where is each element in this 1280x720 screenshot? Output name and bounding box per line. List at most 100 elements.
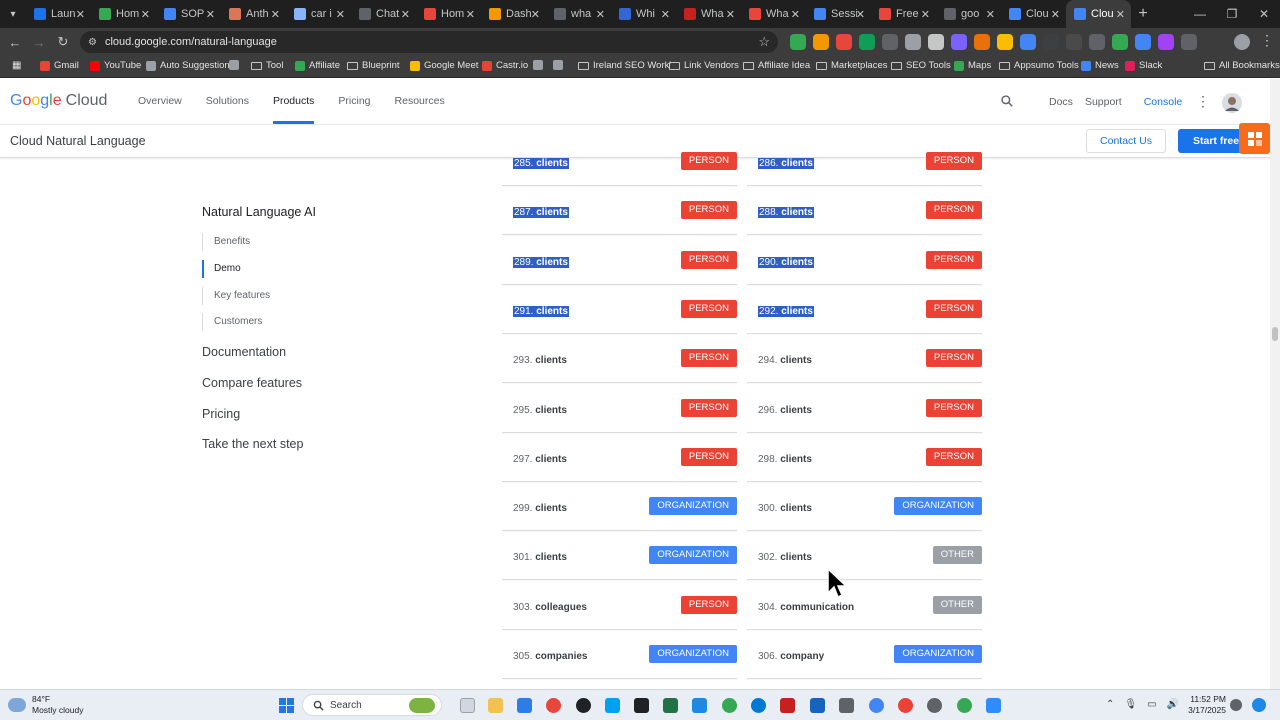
windows-start-icon[interactable] bbox=[279, 698, 294, 713]
network-icon[interactable]: ▭ bbox=[1147, 699, 1156, 710]
notion-icon[interactable] bbox=[634, 698, 649, 713]
copilot-icon[interactable] bbox=[1252, 698, 1266, 712]
volume-icon[interactable]: 🔊 bbox=[1167, 699, 1179, 710]
scrollbar-thumb[interactable] bbox=[1272, 327, 1278, 341]
extension-icon[interactable] bbox=[836, 34, 852, 50]
weather-widget[interactable]: 84°F Mostly cloudy bbox=[8, 694, 84, 716]
extension-icon[interactable] bbox=[1020, 34, 1036, 50]
app-icon[interactable] bbox=[692, 698, 707, 713]
browser-tab[interactable]: Clou ✕ bbox=[1001, 0, 1066, 28]
bookmark-item[interactable] bbox=[553, 60, 567, 70]
side-nav-compare-features[interactable]: Compare features bbox=[202, 376, 302, 390]
tab-close-icon[interactable]: ✕ bbox=[336, 8, 345, 21]
chrome-icon[interactable] bbox=[869, 698, 884, 713]
bookmark-item[interactable]: Ireland SEO Work' bbox=[578, 60, 671, 71]
more-options-icon[interactable]: ⋮ bbox=[1196, 93, 1210, 110]
site-info-icon[interactable]: ⚙ bbox=[88, 37, 97, 48]
console-link[interactable]: Console bbox=[1144, 96, 1183, 108]
bookmark-item[interactable] bbox=[229, 60, 243, 70]
minimize-button[interactable]: — bbox=[1184, 0, 1216, 28]
bookmark-item[interactable]: Blueprint bbox=[347, 60, 400, 71]
side-nav-take-the-next-step[interactable]: Take the next step bbox=[202, 437, 303, 451]
browser-tab[interactable]: wha ✕ bbox=[546, 0, 611, 28]
tab-close-icon[interactable]: ✕ bbox=[726, 8, 735, 21]
tab-close-icon[interactable]: ✕ bbox=[986, 8, 995, 21]
user-avatar[interactable] bbox=[1222, 93, 1242, 113]
tray-chevron-icon[interactable]: ⌃ bbox=[1106, 699, 1114, 710]
extension-icon[interactable] bbox=[790, 34, 806, 50]
app-icon[interactable] bbox=[839, 698, 854, 713]
side-nav-sub-demo[interactable]: Demo bbox=[202, 260, 322, 278]
store-icon[interactable] bbox=[517, 698, 532, 713]
bookmark-item[interactable]: Maps bbox=[954, 60, 991, 71]
support-link[interactable]: Support bbox=[1085, 96, 1122, 108]
extension-icon[interactable] bbox=[859, 34, 875, 50]
task-view-icon[interactable] bbox=[460, 698, 475, 713]
bookmark-item[interactable]: Slack bbox=[1125, 60, 1162, 71]
bookmark-item[interactable]: SEO Tools bbox=[891, 60, 951, 71]
tab-close-icon[interactable]: ✕ bbox=[531, 8, 540, 21]
side-nav-sub-benefits[interactable]: Benefits bbox=[202, 233, 322, 251]
tab-close-icon[interactable]: ✕ bbox=[856, 8, 865, 21]
browser-tab[interactable]: Hom ✕ bbox=[91, 0, 156, 28]
browser-tab[interactable]: Sessi ✕ bbox=[806, 0, 871, 28]
browser-tab[interactable]: Dash ✕ bbox=[481, 0, 546, 28]
extension-icon[interactable] bbox=[905, 34, 921, 50]
browser-tab[interactable]: Wha ✕ bbox=[676, 0, 741, 28]
apps-grid-icon[interactable]: ▦ bbox=[12, 60, 21, 71]
extension-icon[interactable] bbox=[1158, 34, 1174, 50]
notification-bell-icon[interactable] bbox=[1230, 699, 1242, 711]
bookmark-item[interactable]: News bbox=[1081, 60, 1119, 71]
tab-close-icon[interactable]: ✕ bbox=[791, 8, 800, 21]
extension-icon[interactable] bbox=[1043, 34, 1059, 50]
browser-tab[interactable]: SOP ✕ bbox=[156, 0, 221, 28]
zoom-icon[interactable] bbox=[986, 698, 1001, 713]
microphone-icon[interactable]: 🎙 bbox=[1124, 699, 1137, 710]
extension-icon[interactable] bbox=[1135, 34, 1151, 50]
new-tab-button[interactable]: + bbox=[1131, 5, 1155, 23]
xbox-icon[interactable] bbox=[722, 698, 737, 713]
profile-avatar[interactable] bbox=[1234, 34, 1250, 50]
app-icon[interactable] bbox=[576, 698, 591, 713]
browser-tab[interactable]: Free ✕ bbox=[871, 0, 936, 28]
skype-icon[interactable] bbox=[605, 698, 620, 713]
contact-us-button[interactable]: Contact Us bbox=[1086, 129, 1166, 153]
side-nav-sub-customers[interactable]: Customers bbox=[202, 313, 322, 331]
tab-close-icon[interactable]: ✕ bbox=[466, 8, 475, 21]
browser-tab[interactable]: Whi ✕ bbox=[611, 0, 676, 28]
floating-widget-icon[interactable] bbox=[1239, 123, 1270, 154]
tab-close-icon[interactable]: ✕ bbox=[596, 8, 605, 21]
extension-icon[interactable] bbox=[928, 34, 944, 50]
app-icon[interactable] bbox=[780, 698, 795, 713]
side-nav-pricing[interactable]: Pricing bbox=[202, 407, 240, 421]
browser-tab[interactable]: Chat ✕ bbox=[351, 0, 416, 28]
tab-close-icon[interactable]: ✕ bbox=[1116, 8, 1125, 21]
settings-gear-icon[interactable] bbox=[927, 698, 942, 713]
browser-tab[interactable]: car i ✕ bbox=[286, 0, 351, 28]
search-icon[interactable] bbox=[1000, 94, 1014, 108]
back-button[interactable]: ← bbox=[3, 35, 27, 50]
extension-icon[interactable] bbox=[974, 34, 990, 50]
chrome-icon[interactable] bbox=[957, 698, 972, 713]
close-window-button[interactable]: ✕ bbox=[1248, 0, 1280, 28]
chrome-icon[interactable] bbox=[898, 698, 913, 713]
gc-nav-solutions[interactable]: Solutions bbox=[206, 95, 249, 107]
tab-search-button[interactable]: ▾ bbox=[0, 0, 26, 28]
browser-tab[interactable]: Wha ✕ bbox=[741, 0, 806, 28]
side-nav-sub-key-features[interactable]: Key features bbox=[202, 287, 322, 305]
extensions-puzzle-icon[interactable] bbox=[1181, 34, 1197, 50]
bookmark-item[interactable]: Marketplaces bbox=[816, 60, 888, 71]
docs-link[interactable]: Docs bbox=[1049, 96, 1073, 108]
bookmark-item[interactable]: All Bookmarks bbox=[1204, 60, 1280, 71]
tab-close-icon[interactable]: ✕ bbox=[206, 8, 215, 21]
tab-close-icon[interactable]: ✕ bbox=[271, 8, 280, 21]
chrome-menu-icon[interactable]: ⋮ bbox=[1260, 32, 1274, 49]
tab-close-icon[interactable]: ✕ bbox=[921, 8, 930, 21]
bookmark-star-icon[interactable]: ☆ bbox=[758, 34, 770, 50]
page-scrollbar[interactable] bbox=[1270, 79, 1280, 689]
extension-icon[interactable] bbox=[1112, 34, 1128, 50]
bookmark-item[interactable] bbox=[533, 60, 547, 70]
tab-close-icon[interactable]: ✕ bbox=[401, 8, 410, 21]
extension-icon[interactable] bbox=[951, 34, 967, 50]
gc-nav-overview[interactable]: Overview bbox=[138, 95, 182, 107]
